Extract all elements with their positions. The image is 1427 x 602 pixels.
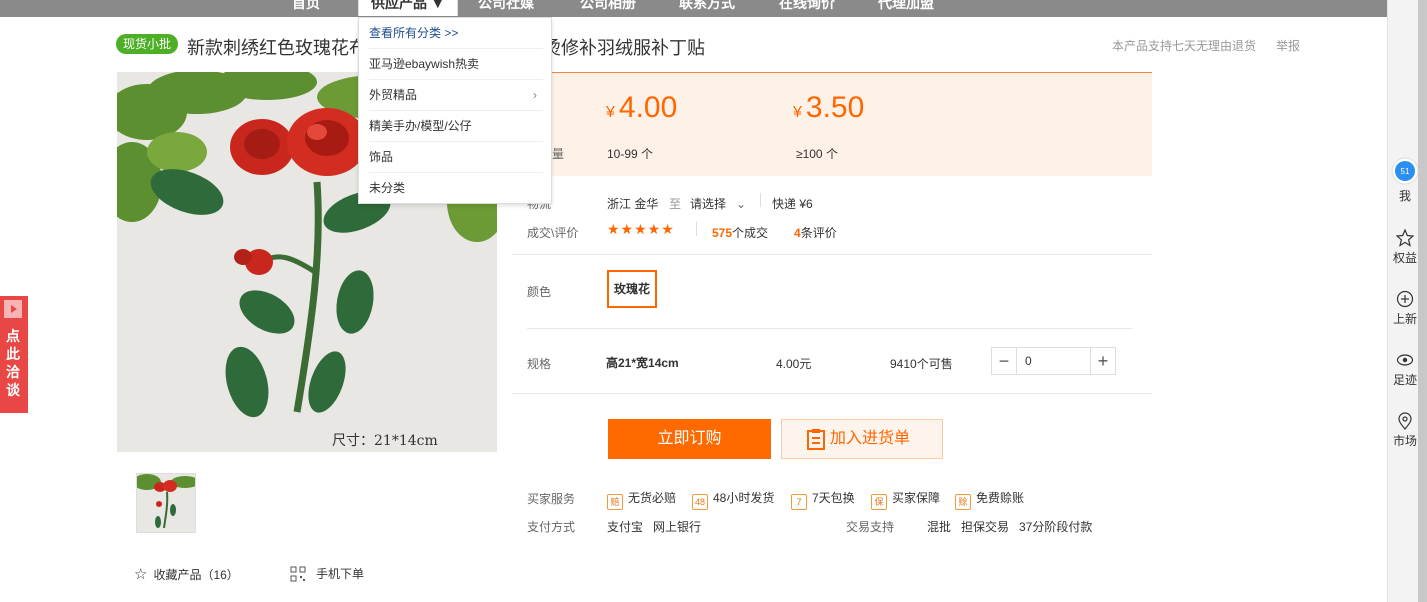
color-label: 颜色 <box>527 285 552 299</box>
service-48h-ship: 48 48小时发货 <box>692 489 774 510</box>
rating-stars: ★★★★★ <box>607 221 675 237</box>
service-7day-exchange: 7 7天包换 <box>791 489 855 510</box>
message-bubble-icon: 51 <box>1391 157 1419 185</box>
trade-support-items: 混批 担保交易 37分阶段付款 <box>927 520 1093 534</box>
increment-button[interactable]: + <box>1090 347 1116 375</box>
ship-from: 浙江 金华 <box>607 197 659 211</box>
favorite-product-button[interactable]: ☆ 收藏产品（16） <box>134 565 239 583</box>
quantity-label: 量 <box>552 147 565 161</box>
compensation-icon: 赔 <box>607 494 623 510</box>
toolbar-me[interactable]: 51 我 <box>1388 157 1422 204</box>
nav-social[interactable]: 公司社媒 <box>478 0 534 16</box>
location-pin-icon <box>1398 412 1412 430</box>
decrement-button[interactable]: − <box>991 347 1017 375</box>
order-now-button[interactable]: 立即订购 <box>608 419 771 459</box>
nav-contact[interactable]: 联系方式 <box>679 0 735 16</box>
review-count[interactable]: 4条评价 <box>794 224 837 241</box>
spec-price: 4.00元 <box>776 357 812 371</box>
plus-circle-icon <box>1396 290 1414 308</box>
trade-support-label: 交易支持 <box>846 520 895 534</box>
clock-48-icon: 48 <box>692 494 708 510</box>
chevron-down-icon: ⌄ <box>736 197 747 211</box>
toolbar-benefits[interactable]: 权益 <box>1388 229 1422 266</box>
services-label: 买家服务 <box>527 492 576 506</box>
tier-1-range: 10-99 个 <box>607 147 654 161</box>
arrow-right-icon <box>4 300 22 318</box>
payment-label: 支付方式 <box>527 520 576 534</box>
chat-tab-label: 点此洽谈 <box>6 328 20 398</box>
color-option-rose[interactable]: 玫瑰花 <box>607 270 657 308</box>
star-outline-icon <box>1396 229 1414 247</box>
report-link[interactable]: 举报 <box>1276 37 1300 54</box>
dropdown-export-goods[interactable]: 外贸精品 › <box>369 80 543 111</box>
destination-select[interactable]: 请选择 ⌄ <box>690 195 746 212</box>
category-dropdown: 查看所有分类 >> 亚马逊ebaywish热卖 外贸精品 › 精美手办/模型/公仔… <box>358 17 552 204</box>
shield-icon: 保 <box>871 494 887 510</box>
to-word: 至 <box>669 197 682 211</box>
add-to-cart-button[interactable]: 加入进货单 <box>781 419 943 459</box>
eye-icon <box>1396 354 1414 366</box>
service-no-stock-compensation: 赔无货必赔 <box>607 489 676 510</box>
dropdown-accessories[interactable]: 饰品 <box>369 142 543 173</box>
toolbar-new[interactable]: 上新 <box>1388 290 1422 327</box>
size-caption: 尺寸：21*14cm <box>332 433 438 449</box>
stock-badge: 现货小批 <box>116 34 179 54</box>
top-nav: 首页 供应产品 ▼ 公司社媒 公司相册 联系方式 在线询价 代理加盟 <box>0 0 1387 17</box>
qr-code-icon <box>290 566 306 582</box>
clipboard-icon <box>807 429 825 450</box>
nav-agency[interactable]: 代理加盟 <box>878 0 934 16</box>
product-title: 新款刺绣红色玫瑰花布 <box>187 38 367 58</box>
dropdown-amazon-hot[interactable]: 亚马逊ebaywish热卖 <box>369 49 543 80</box>
chevron-right-icon: › <box>533 88 537 102</box>
price-tier-1: ¥4.00 <box>606 91 678 124</box>
service-buyer-protection: 保买家保障 <box>871 489 940 510</box>
toolbar-market[interactable]: 市场 <box>1388 412 1422 449</box>
dropdown-uncategorized[interactable]: 未分类 <box>369 173 543 204</box>
thumbnail-image[interactable] <box>136 473 196 533</box>
svg-text:51: 51 <box>1401 167 1410 176</box>
spec-name: 高21*宽14cm <box>606 356 679 370</box>
spec-stock: 9410个可售 <box>890 357 953 371</box>
nav-products[interactable]: 供应产品 ▼ <box>358 0 458 16</box>
deals-label: 成交\评价 <box>527 226 579 240</box>
service-free-credit: 赊免费赊账 <box>955 489 1024 510</box>
payment-methods: 支付宝 网上银行 <box>607 520 702 534</box>
quantity-input[interactable] <box>1017 347 1091 375</box>
return-policy-text: 本产品支持七天无理由退货 <box>1112 39 1257 53</box>
price-tier-2: ¥3.50 <box>793 91 865 124</box>
chat-tab[interactable]: 点此洽谈 <box>0 296 28 413</box>
mobile-order-button[interactable]: 手机下单 <box>290 565 364 582</box>
product-title-tail: 烫修补羽绒服补丁贴 <box>543 38 705 58</box>
star-outline-icon: ☆ <box>134 566 148 583</box>
dropdown-figures[interactable]: 精美手办/模型/公仔 <box>369 111 543 142</box>
credit-icon: 赊 <box>955 494 971 510</box>
nav-album[interactable]: 公司相册 <box>580 0 636 16</box>
dropdown-all-categories[interactable]: 查看所有分类 >> <box>369 18 543 49</box>
toolbar-history[interactable]: 足迹 <box>1388 351 1422 388</box>
seven-day-icon: 7 <box>791 494 807 510</box>
spec-label: 规格 <box>527 357 552 371</box>
nav-home[interactable]: 首页 <box>292 0 320 16</box>
tier-2-range: ≥100 个 <box>796 147 838 161</box>
express-fee: 快递 ¥6 <box>772 197 813 211</box>
nav-inquiry[interactable]: 在线询价 <box>779 0 835 16</box>
deal-count[interactable]: 575个成交 <box>712 224 768 241</box>
